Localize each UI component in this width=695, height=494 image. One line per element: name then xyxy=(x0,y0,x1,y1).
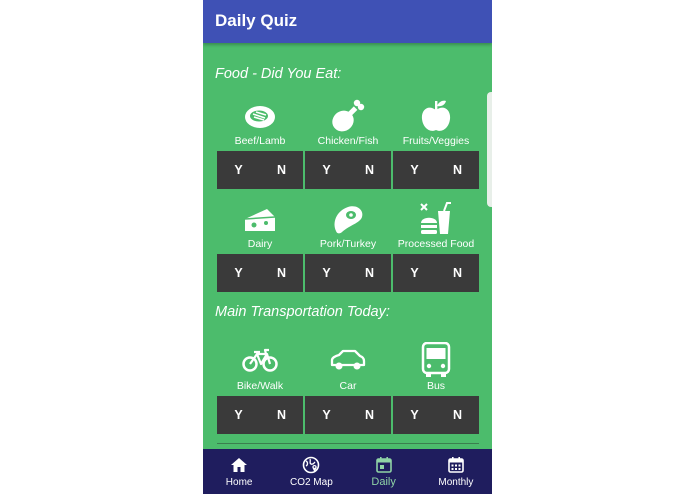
yes-no-toggle: Y N xyxy=(217,396,303,434)
globe-map-icon xyxy=(302,456,320,474)
nav-item-home[interactable]: Home xyxy=(203,449,275,494)
food-label: Dairy xyxy=(247,238,273,250)
yes-no-toggle: Y N xyxy=(393,151,479,189)
yes-no-toggle: Y N xyxy=(393,396,479,434)
no-button[interactable]: N xyxy=(260,254,303,292)
yes-button[interactable]: Y xyxy=(217,396,260,434)
yes-no-toggle: Y N xyxy=(217,254,303,292)
no-button[interactable]: N xyxy=(436,396,479,434)
section-divider xyxy=(217,443,479,444)
cheese-icon xyxy=(242,201,278,237)
no-button[interactable]: N xyxy=(348,254,391,292)
yes-button[interactable]: Y xyxy=(217,151,260,189)
transport-section-heading: Main Transportation Today: xyxy=(215,304,390,320)
app-title: Daily Quiz xyxy=(215,11,298,30)
bottom-navigation: Home CO2 Map Daily Monthly xyxy=(203,449,492,494)
food-label: Chicken/Fish xyxy=(317,135,379,147)
food-label: Beef/Lamb xyxy=(234,135,286,147)
yes-button[interactable]: Y xyxy=(393,254,436,292)
no-button[interactable]: N xyxy=(260,151,303,189)
no-button[interactable]: N xyxy=(436,151,479,189)
food-section-heading: Food - Did You Eat: xyxy=(215,66,342,82)
calendar-day-icon xyxy=(375,456,393,474)
yes-button[interactable]: Y xyxy=(393,151,436,189)
food-label: Pork/Turkey xyxy=(319,238,377,250)
ham-icon xyxy=(330,201,366,237)
no-button[interactable]: N xyxy=(348,396,391,434)
yes-no-toggle: Y N xyxy=(393,254,479,292)
no-button[interactable]: N xyxy=(260,396,303,434)
yes-no-toggle: Y N xyxy=(305,151,391,189)
no-button[interactable]: N xyxy=(436,254,479,292)
no-button[interactable]: N xyxy=(348,151,391,189)
transport-label: Car xyxy=(339,380,357,392)
food-label: Fruits/Veggies xyxy=(402,135,470,147)
drumstick-icon xyxy=(330,98,366,134)
bus-icon xyxy=(418,342,454,378)
yes-no-toggle: Y N xyxy=(217,151,303,189)
nav-label: Home xyxy=(225,477,253,488)
fast-food-icon xyxy=(418,201,454,237)
yes-button[interactable]: Y xyxy=(305,396,348,434)
steak-icon xyxy=(242,98,278,134)
yes-button[interactable]: Y xyxy=(305,151,348,189)
nav-item-monthly[interactable]: Monthly xyxy=(420,449,492,494)
yes-button[interactable]: Y xyxy=(217,254,260,292)
car-icon xyxy=(330,342,366,378)
nav-label: Daily xyxy=(371,476,396,488)
home-icon xyxy=(230,456,248,474)
yes-no-toggle: Y N xyxy=(305,254,391,292)
transport-label: Bike/Walk xyxy=(236,380,284,392)
bicycle-icon xyxy=(242,342,278,378)
apple-icon xyxy=(418,98,454,134)
scroll-indicator[interactable] xyxy=(487,92,492,207)
nav-item-daily[interactable]: Daily xyxy=(348,449,420,494)
app-bar: Daily Quiz xyxy=(203,0,492,43)
yes-no-toggle: Y N xyxy=(305,396,391,434)
nav-label: CO2 Map xyxy=(289,477,333,488)
yes-button[interactable]: Y xyxy=(305,254,348,292)
calendar-month-icon xyxy=(447,456,465,474)
transport-label: Bus xyxy=(426,380,446,392)
yes-button[interactable]: Y xyxy=(393,396,436,434)
food-label: Processed Food xyxy=(397,238,475,250)
phone-screen: Daily Quiz Food - Did You Eat: Beef/Lamb… xyxy=(203,0,492,494)
nav-label: Monthly xyxy=(438,477,474,488)
nav-item-co2-map[interactable]: CO2 Map xyxy=(275,449,347,494)
